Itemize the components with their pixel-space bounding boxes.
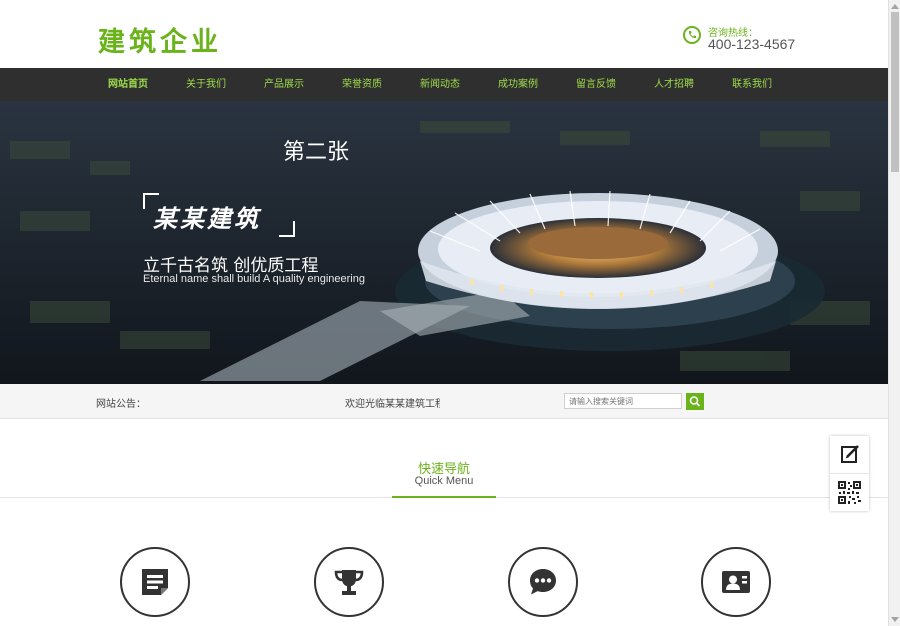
side-float-panel [830,436,869,511]
id-card-icon [722,571,750,593]
page: 建筑企业 咨询热线： 400-123-4567 网站首页 关于我们 产品展示 荣誉资质… [0,0,888,626]
edit-icon [841,445,859,463]
search-icon [689,396,701,407]
nav-item-8[interactable]: 联系我们 [713,68,791,101]
quick-menu-item-contact[interactable] [701,547,771,617]
nav-item-0[interactable]: 网站首页 [89,68,167,101]
nav-item-2[interactable]: 产品展示 [245,68,323,101]
bracket-bottom-right [279,221,295,237]
nav-item-7[interactable]: 人才招聘 [635,68,713,101]
hero-banner[interactable]: 第二张 某某建筑 立千古名筑 创优质工程 Eternal name shall … [0,101,888,384]
nav-item-6[interactable]: 留言反馈 [557,68,635,101]
qr-code-button[interactable] [830,474,869,511]
nav-item-5[interactable]: 成功案例 [479,68,557,101]
slide-title: 第二张 [283,140,350,165]
nav-item-4[interactable]: 新闻动态 [401,68,479,101]
message-button[interactable] [830,436,869,474]
scroll-down-arrow-icon[interactable] [891,617,899,622]
nav-item-1[interactable]: 关于我们 [167,68,245,101]
quick-menu-item-chat[interactable] [508,547,578,617]
nav-list: 网站首页 关于我们 产品展示 荣誉资质 新闻动态 成功案例 留言反馈 人才招聘 联系我们 [89,68,791,101]
site-header: 建筑企业 咨询热线： 400-123-4567 [0,0,888,68]
notice-bar: 网站公告： 欢迎光临某某建筑工程 [0,384,888,419]
search-button[interactable] [686,393,704,410]
banner-slogan-en: Eternal name shall build A quality engin… [143,273,365,285]
quick-menu-item-trophy[interactable] [314,547,384,617]
search-input[interactable] [564,393,682,409]
main-nav: 网站首页 关于我们 产品展示 荣誉资质 新闻动态 成功案例 留言反馈 人才招聘 联系我们 [0,68,888,101]
site-logo[interactable]: 建筑企业 [98,20,222,59]
scroll-up-arrow-icon[interactable] [891,4,899,9]
quick-menu-item-document[interactable] [120,547,190,617]
banner-brand: 某某建筑 [143,193,295,237]
notice-label: 网站公告： [96,399,146,410]
stadium-image [0,101,888,384]
vertical-scrollbar[interactable] [888,0,900,626]
banner-brand-text: 某某建筑 [153,205,261,233]
phone-icon [683,26,701,44]
scrollbar-thumb[interactable] [891,12,899,172]
nav-item-3[interactable]: 荣誉资质 [323,68,401,101]
hotline-number: 400-123-4567 [708,36,796,52]
qr-code-icon [838,481,861,504]
quick-menu-subtitle: Quick Menu [414,475,474,487]
chat-icon [530,569,556,595]
notice-message[interactable]: 欢迎光临某某建筑工程 [345,395,440,410]
trophy-icon [334,570,364,595]
document-icon [142,569,168,595]
section-divider-accent [392,496,496,498]
